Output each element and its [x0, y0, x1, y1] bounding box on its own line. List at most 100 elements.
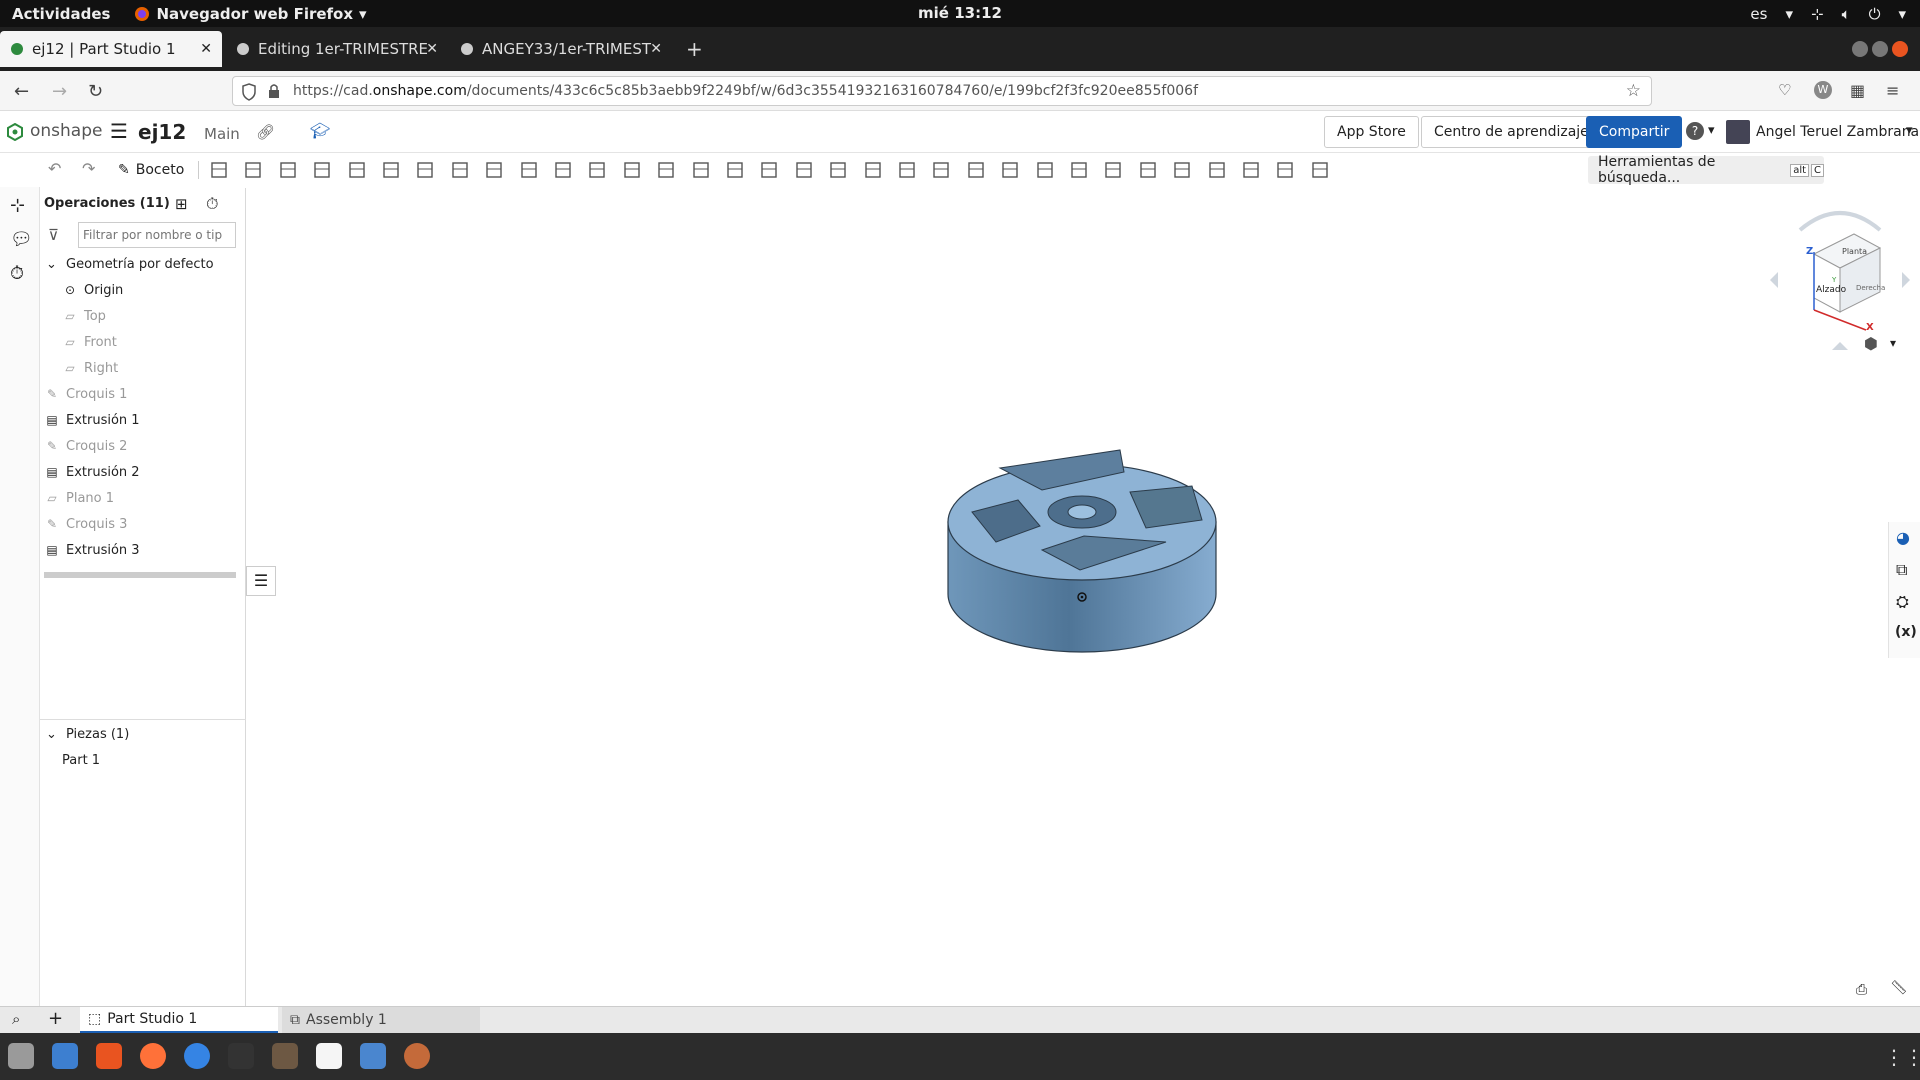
close-icon[interactable]: ✕	[650, 41, 662, 57]
model-viewport[interactable]	[930, 430, 1230, 680]
file-manager-icon[interactable]	[272, 1043, 298, 1069]
tab-part-studio[interactable]: ⬚ Part Studio 1	[80, 1007, 278, 1033]
feature-item[interactable]: ▤ Extrusión 1	[40, 408, 246, 432]
window-close-button[interactable]	[1892, 41, 1908, 57]
feature-item[interactable]: ▤ Extrusión 2	[40, 460, 246, 484]
pattern-tool-icon[interactable]	[586, 159, 608, 181]
url-bar[interactable]: https://cad. onshape.com/documents/433c6c…	[232, 76, 1652, 106]
redo-icon[interactable]: ↷	[82, 159, 95, 178]
form-tool-icon[interactable]	[1274, 159, 1296, 181]
add-folder-icon[interactable]: ⊞	[175, 195, 188, 213]
firefox-icon[interactable]	[140, 1043, 166, 1069]
chevron-down-icon[interactable]: ▾	[1906, 123, 1913, 138]
search-tools-input[interactable]: Herramientas de búsqueda... alt C	[1588, 154, 1824, 186]
share-button[interactable]: Compartir	[1586, 116, 1683, 148]
help-icon[interactable]: ?	[1686, 122, 1704, 140]
loft-tool-icon[interactable]	[311, 159, 333, 181]
thicken-tool-icon[interactable]	[346, 159, 368, 181]
chevron-down-icon[interactable]: ▾	[1890, 336, 1896, 350]
main-menu-icon[interactable]: ☰	[110, 119, 128, 143]
back-arrow-icon[interactable]: ←	[14, 81, 29, 102]
plane-tool-icon[interactable]	[930, 159, 952, 181]
maximize-button[interactable]	[1872, 41, 1888, 57]
rollback-timer-icon[interactable]: ⏱	[206, 194, 218, 214]
offset-tool-icon[interactable]	[896, 159, 918, 181]
feature-item[interactable]: ⊙ Origin	[40, 278, 246, 302]
sweep-tool-icon[interactable]	[277, 159, 299, 181]
app-store-button[interactable]: App Store	[1324, 116, 1419, 148]
joint-tool-icon[interactable]	[1206, 159, 1228, 181]
insert-icon[interactable]: ⊹	[10, 195, 25, 216]
bend-tool-icon[interactable]	[1240, 159, 1262, 181]
chevron-down-icon[interactable]: ⌄	[46, 727, 60, 742]
link-icon[interactable]: 🔗︎	[256, 123, 275, 141]
mass-properties-icon[interactable]: ⛭	[1896, 592, 1909, 612]
document-name[interactable]: ej12	[138, 120, 186, 144]
derive-tool-icon[interactable]	[1068, 159, 1090, 181]
boolean-tool-icon[interactable]	[655, 159, 677, 181]
help-app-icon[interactable]	[184, 1043, 210, 1069]
undo-icon[interactable]: ↶	[48, 159, 61, 178]
branch-label[interactable]: Main	[204, 125, 240, 143]
revolve-tool-icon[interactable]	[242, 159, 264, 181]
onshape-logo-icon[interactable]	[6, 123, 24, 141]
chevron-down-icon[interactable]: ▾	[1708, 123, 1715, 138]
add-tab-button[interactable]: +	[48, 1008, 63, 1029]
transform-tool-icon[interactable]	[724, 159, 746, 181]
feature-item[interactable]: ✎ Croquis 1	[40, 382, 246, 406]
variables-icon[interactable]: (x)	[1895, 624, 1917, 640]
tab-assembly[interactable]: ⧉ Assembly 1	[282, 1007, 480, 1033]
activities-button[interactable]: Actividades	[12, 5, 110, 23]
delete-tool-icon[interactable]	[758, 159, 780, 181]
inkscape-icon[interactable]	[228, 1043, 254, 1069]
user-name[interactable]: Angel Teruel Zambrana	[1756, 124, 1919, 140]
view-mode-cube-icon[interactable]: ⬢	[1864, 334, 1878, 353]
print-icon[interactable]: ⎙	[1856, 982, 1867, 998]
onshape-logo-text[interactable]: onshape	[30, 121, 102, 141]
search-tabs-icon[interactable]: ⌕	[12, 1010, 20, 1028]
new-tab-button[interactable]: +	[686, 37, 703, 61]
part-item[interactable]: Part 1	[40, 748, 246, 772]
measure-icon[interactable]: 📏︎	[1890, 980, 1908, 996]
feature-item[interactable]: ▱ Front	[40, 330, 246, 354]
hem-tool-icon[interactable]	[1171, 159, 1193, 181]
feature-item[interactable]: ✎ Croquis 3	[40, 512, 246, 536]
view-cube[interactable]: Planta Alzado Derecha Z X Y	[1770, 200, 1910, 350]
forward-arrow-icon[interactable]: →	[52, 81, 67, 102]
sketch-button[interactable]: ✎ Boceto	[118, 157, 184, 183]
parts-group[interactable]: ⌄ Piezas (1)	[40, 722, 246, 746]
app-menu[interactable]: Navegador web Firefox ▾	[134, 5, 367, 23]
move-face-tool-icon[interactable]	[827, 159, 849, 181]
extrude-tool-icon[interactable]	[208, 159, 230, 181]
settings-app-icon[interactable]	[404, 1043, 430, 1069]
close-icon[interactable]: ✕	[200, 41, 212, 57]
split-tool-icon[interactable]	[690, 159, 712, 181]
containers-icon[interactable]: ▦	[1850, 81, 1865, 100]
writer-icon[interactable]	[360, 1043, 386, 1069]
shell-tool-icon[interactable]	[518, 159, 540, 181]
chamfer-tool-icon[interactable]	[414, 159, 436, 181]
replace-face-tool-icon[interactable]	[862, 159, 884, 181]
filter-input[interactable]	[78, 222, 236, 248]
files-app-icon[interactable]	[8, 1043, 34, 1069]
chevron-down-icon[interactable]: ⌄	[46, 257, 60, 272]
pocket-icon[interactable]: ♡	[1778, 81, 1791, 99]
hamburger-menu-icon[interactable]: ≡	[1886, 81, 1899, 100]
feature-item[interactable]: ▱ Right	[40, 356, 246, 380]
feature-item[interactable]: ✎ Croquis 2	[40, 434, 246, 458]
configurations-icon[interactable]: ⧉	[1896, 560, 1907, 580]
feature-item[interactable]: ▱ Plano 1	[40, 486, 246, 510]
minimize-button[interactable]	[1852, 41, 1868, 57]
browser-tab[interactable]: Editing 1er-TRIMESTRE/3 ✕	[226, 31, 448, 67]
variable-tool-icon[interactable]	[1034, 159, 1056, 181]
rotate-down-icon[interactable]	[1832, 342, 1848, 350]
graduation-cap-icon[interactable]: 🎓︎	[310, 121, 330, 140]
avatar[interactable]	[1726, 120, 1750, 144]
fillet-tool-icon[interactable]	[380, 159, 402, 181]
software-center-icon[interactable]	[96, 1043, 122, 1069]
history-icon[interactable]: ⏱	[10, 263, 24, 284]
wheel-part[interactable]	[947, 449, 1217, 653]
mate-connector-tool-icon[interactable]	[999, 159, 1021, 181]
appearance-icon[interactable]: ◕	[1896, 528, 1910, 547]
system-tray[interactable]: es ▾ ⊹ 🔈︎ ⏻ ▾	[1750, 0, 1906, 27]
